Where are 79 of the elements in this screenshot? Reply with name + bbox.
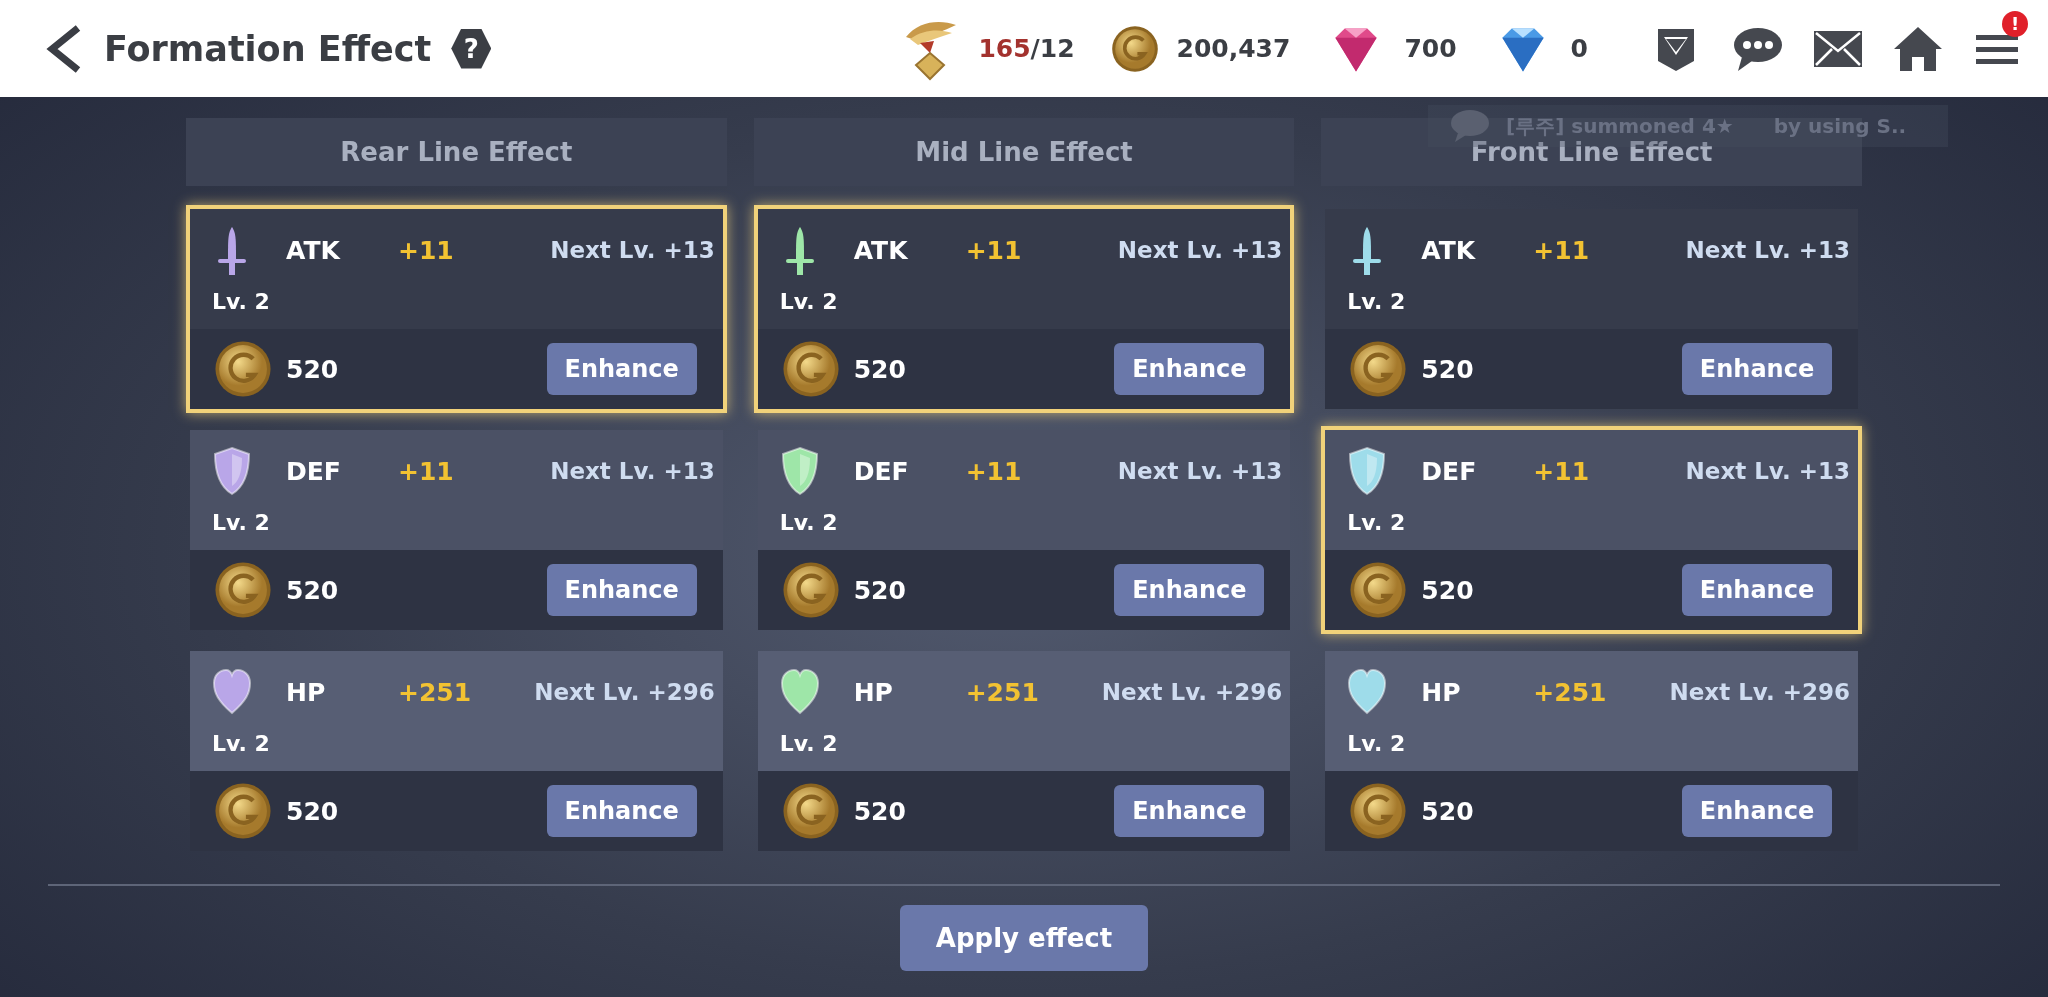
next-level-value: Next Lv. +296 [534, 679, 715, 705]
stat-name: ATK [1421, 235, 1477, 265]
enhance-button[interactable]: Enhance [1114, 785, 1265, 837]
stat-value: +11 [1533, 235, 1591, 265]
next-level-value: Next Lv. +13 [1685, 458, 1850, 484]
stat-value: +251 [965, 677, 1040, 707]
coin-icon [214, 782, 272, 840]
next-level-value: Next Lv. +13 [550, 458, 715, 484]
enhance-button[interactable]: Enhance [1114, 564, 1265, 616]
stat-value: +251 [1533, 677, 1608, 707]
cost-amount: 520 [853, 575, 907, 605]
cost-amount: 520 [1421, 575, 1475, 605]
home-icon[interactable] [1892, 24, 1944, 73]
stat-name: HP [1421, 677, 1462, 707]
stat-name: ATK [853, 235, 909, 265]
stat-name: HP [286, 677, 327, 707]
stat-value: +11 [1533, 456, 1591, 486]
next-level-value: Next Lv. +13 [1117, 237, 1283, 263]
coin-icon [1349, 561, 1408, 619]
effect-card[interactable]: ATK +11 Next Lv. +13 Lv. 2 520 Enhance [753, 205, 1295, 413]
enhance-button[interactable]: Enhance [1682, 343, 1832, 395]
coin-icon [214, 340, 272, 398]
resource-count: 0 [1570, 34, 1588, 63]
cost-amount: 520 [1421, 354, 1475, 384]
resource-count: 165/12 [978, 34, 1075, 63]
next-level-value: Next Lv. +13 [550, 237, 715, 263]
stat-value: +251 [398, 677, 473, 707]
level-label: Lv. 2 [212, 510, 271, 535]
next-level-value: Next Lv. +296 [1669, 679, 1850, 705]
coin-icon [1110, 24, 1159, 73]
cost-amount: 520 [286, 796, 340, 826]
level-label: Lv. 2 [1347, 731, 1407, 756]
resource-count: 700 [1404, 34, 1457, 63]
stat-value: +11 [398, 456, 455, 486]
resource-count: 200,437 [1176, 34, 1291, 63]
cost-amount: 520 [286, 575, 340, 605]
stat-name: DEF [286, 456, 342, 486]
enhance-button[interactable]: Enhance [1114, 343, 1265, 395]
effect-card[interactable]: DEF +11 Next Lv. +13 Lv. 2 520 Enhance [1321, 426, 1862, 634]
level-label: Lv. 2 [1347, 289, 1407, 314]
chat-icon [1450, 109, 1490, 143]
level-label: Lv. 2 [212, 289, 271, 314]
coin-icon [214, 561, 272, 619]
enhance-button[interactable]: Enhance [546, 785, 697, 837]
level-label: Lv. 2 [212, 731, 271, 756]
effect-card[interactable]: ATK +11 Next Lv. +13 Lv. 2 520 Enhance [186, 205, 727, 413]
level-label: Lv. 2 [779, 510, 839, 535]
enhance-button[interactable]: Enhance [546, 564, 697, 616]
column-header: Mid Line Effect [753, 118, 1295, 186]
apply-effect-button[interactable]: Apply effect [900, 905, 1148, 971]
enhance-button[interactable]: Enhance [546, 343, 697, 395]
stat-name: DEF [853, 456, 910, 486]
stat-value: +11 [965, 456, 1023, 486]
enhance-button[interactable]: Enhance [1682, 785, 1832, 837]
stat-value: +11 [398, 235, 455, 265]
page-title: Formation Effect [104, 28, 432, 69]
stat-name: HP [853, 677, 894, 707]
stat-name: DEF [1421, 456, 1478, 486]
coin-icon [1349, 340, 1408, 398]
coin-icon [1349, 782, 1408, 840]
level-label: Lv. 2 [779, 731, 839, 756]
cost-amount: 520 [286, 354, 340, 384]
coin-icon [781, 561, 840, 619]
stat-name: ATK [286, 235, 342, 265]
coin-icon [781, 782, 840, 840]
enhance-button[interactable]: Enhance [1682, 564, 1832, 616]
column-header: Rear Line Effect [186, 118, 727, 186]
cost-amount: 520 [853, 354, 907, 384]
level-label: Lv. 2 [1347, 510, 1407, 535]
next-level-value: Next Lv. +13 [1117, 458, 1283, 484]
cost-amount: 520 [853, 796, 907, 826]
help-button[interactable]: ? [451, 28, 492, 69]
next-level-value: Next Lv. +13 [1685, 237, 1850, 263]
alert-badge: ! [2002, 10, 2028, 37]
next-level-value: Next Lv. +296 [1101, 679, 1283, 705]
level-label: Lv. 2 [779, 289, 839, 314]
stat-value: +11 [965, 235, 1023, 265]
cost-amount: 520 [1421, 796, 1475, 826]
coin-icon [781, 340, 840, 398]
